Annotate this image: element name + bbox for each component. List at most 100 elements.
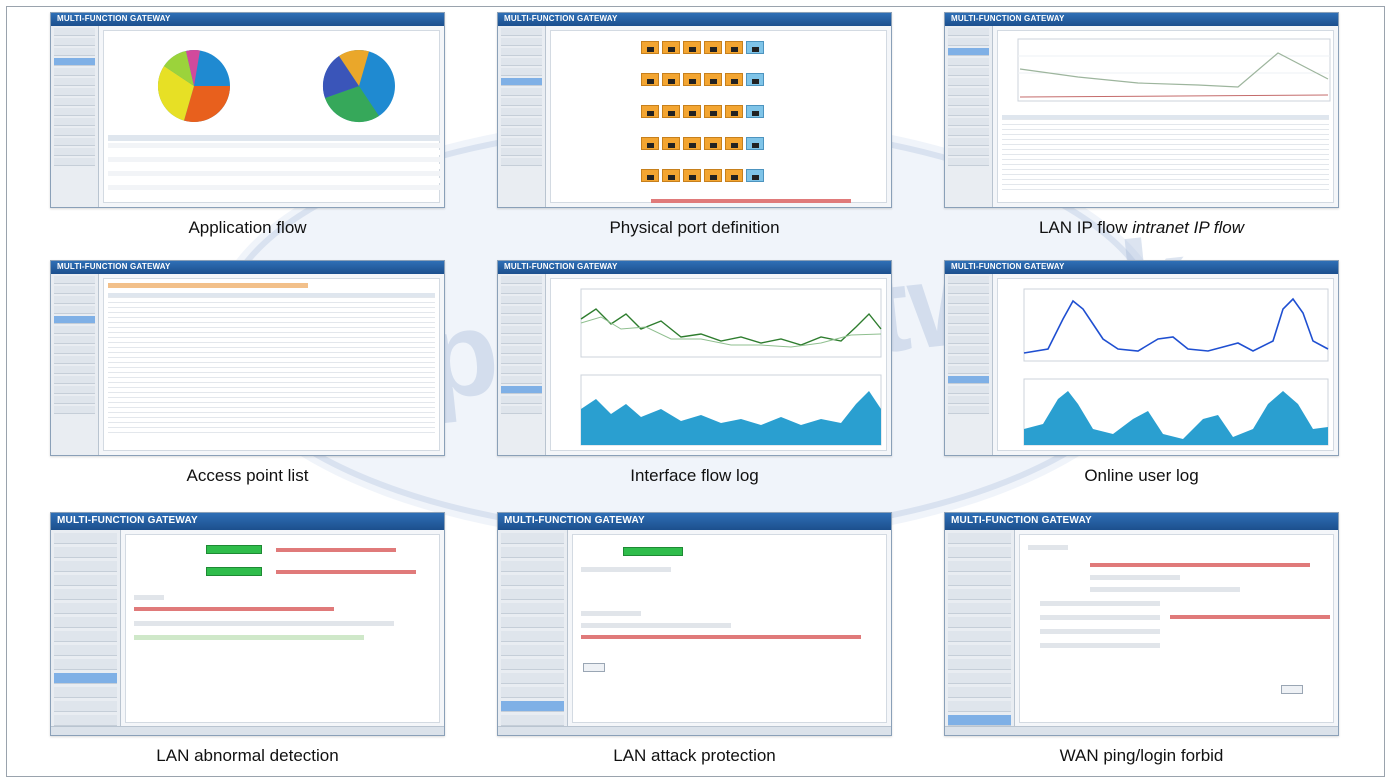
port-icon[interactable] xyxy=(746,105,764,118)
status-bar xyxy=(51,726,444,735)
caption-lan-abnormal-detection: LAN abnormal detection xyxy=(156,746,339,765)
screenshot-online-user-log: MULTI-FUNCTION GATEWAY xyxy=(944,260,1339,456)
screenshot-application-flow: MULTI-FUNCTION GATEWAY xyxy=(50,12,445,208)
app-header: MULTI-FUNCTION GATEWAY xyxy=(51,261,444,274)
screenshot-physical-port-definition: MULTI-FUNCTION GATEWAY xyxy=(497,12,892,208)
port-icon[interactable] xyxy=(746,41,764,54)
panel-online-user-log: MULTI-FUNCTION GATEWAY Online user log xyxy=(944,260,1339,512)
app-brand: MULTI-FUNCTION GATEWAY xyxy=(951,262,1065,271)
parameter-settings-label xyxy=(581,611,641,616)
package-threshold-field[interactable] xyxy=(581,623,731,628)
port-icon[interactable] xyxy=(725,73,743,86)
app-header: MULTI-FUNCTION GATEWAY xyxy=(51,13,444,26)
nav-sidebar xyxy=(51,274,99,455)
panel-lan-abnormal-detection: MULTI-FUNCTION GATEWAY LAN abnormal dete… xyxy=(50,512,445,766)
clear-status-link[interactable] xyxy=(134,595,164,600)
app-brand: MULTI-FUNCTION GATEWAY xyxy=(504,262,618,271)
caption-lan-ip-flow-main: LAN IP flow xyxy=(1038,218,1133,237)
port-icon[interactable] xyxy=(704,41,722,54)
port-grid xyxy=(641,169,764,182)
forbid-ping-option[interactable] xyxy=(1090,575,1180,580)
port-icon[interactable] xyxy=(704,169,722,182)
online-user-charts xyxy=(1023,288,1329,446)
port-icon[interactable] xyxy=(662,73,680,86)
nav-sidebar xyxy=(945,274,993,455)
port-icon[interactable] xyxy=(662,105,680,118)
port-icon[interactable] xyxy=(641,41,659,54)
update-server-field[interactable] xyxy=(1040,629,1160,634)
status-bar xyxy=(945,726,1338,735)
app-brand: MULTI-FUNCTION GATEWAY xyxy=(951,14,1065,23)
dns-note xyxy=(1170,615,1330,619)
panel-lan-ip-flow: MULTI-FUNCTION GATEWAY LAN IP flow intra… xyxy=(944,12,1339,260)
screenshot-interface-flow-log: MULTI-FUNCTION GATEWAY xyxy=(497,260,892,456)
remote-management-field[interactable] xyxy=(1040,643,1160,648)
port-icon[interactable] xyxy=(683,41,701,54)
main-panel xyxy=(1019,534,1334,723)
screenshot-access-point-list: MULTI-FUNCTION GATEWAY xyxy=(50,260,445,456)
panel-physical-port-definition: MULTI-FUNCTION GATEWAY Physical port def… xyxy=(497,12,892,260)
panel-application-flow: MULTI-FUNCTION GATEWAY Application flow xyxy=(50,12,445,260)
nav-sidebar xyxy=(498,26,546,207)
port-icon[interactable] xyxy=(683,137,701,150)
threshold-note xyxy=(581,635,861,639)
caption-lan-ip-flow-italic: intranet IP flow xyxy=(1132,218,1245,237)
port-icon[interactable] xyxy=(662,41,680,54)
caption-physical-port-definition: Physical port definition xyxy=(609,218,780,237)
port-icon[interactable] xyxy=(725,105,743,118)
port-icon[interactable] xyxy=(704,105,722,118)
panel-interface-flow-log: MULTI-FUNCTION GATEWAY Interface flow lo… xyxy=(497,260,892,512)
port-icon[interactable] xyxy=(641,137,659,150)
save-button[interactable] xyxy=(1281,685,1303,694)
port-icon[interactable] xyxy=(662,169,680,182)
dhcp-detection-toggle[interactable] xyxy=(206,545,262,554)
interface-select-label xyxy=(581,567,671,572)
app-brand: MULTI-FUNCTION GATEWAY xyxy=(951,515,1092,526)
port-icon[interactable] xyxy=(746,73,764,86)
main-panel xyxy=(550,30,887,203)
port-icon[interactable] xyxy=(704,137,722,150)
port-icon[interactable] xyxy=(746,137,764,150)
app-brand: MULTI-FUNCTION GATEWAY xyxy=(504,515,645,526)
port-icon[interactable] xyxy=(662,137,680,150)
port-icon[interactable] xyxy=(746,169,764,182)
dhcp-note xyxy=(276,548,396,552)
app-header: MULTI-FUNCTION GATEWAY xyxy=(498,13,891,26)
loop-detection-toggle[interactable] xyxy=(206,567,262,576)
panel-lan-attack-protection: MULTI-FUNCTION GATEWAY LAN attack protec… xyxy=(497,512,892,766)
port-icon[interactable] xyxy=(683,105,701,118)
update-dns-field[interactable] xyxy=(1040,615,1160,620)
port-icon[interactable] xyxy=(641,105,659,118)
screenshot-lan-abnormal-detection: MULTI-FUNCTION GATEWAY xyxy=(50,512,445,736)
allow-admin-option[interactable] xyxy=(1090,587,1240,592)
app-brand: MULTI-FUNCTION GATEWAY xyxy=(504,14,618,23)
panel-access-point-list: MULTI-FUNCTION GATEWAY Access point list xyxy=(50,260,445,512)
protection-toggle[interactable] xyxy=(623,547,683,556)
port-icon[interactable] xyxy=(683,73,701,86)
port-icon[interactable] xyxy=(641,73,659,86)
main-panel xyxy=(997,278,1334,451)
app-header: MULTI-FUNCTION GATEWAY xyxy=(945,513,1338,530)
caption-application-flow: Application flow xyxy=(188,218,307,237)
port-grid xyxy=(641,41,764,54)
port-icon[interactable] xyxy=(704,73,722,86)
port-grid xyxy=(641,137,764,150)
port-icon[interactable] xyxy=(725,169,743,182)
port-icon[interactable] xyxy=(683,169,701,182)
save-button[interactable] xyxy=(583,663,605,672)
warning-note xyxy=(651,199,851,203)
port-icon[interactable] xyxy=(641,169,659,182)
screenshot-wan-ping-login-forbid: MULTI-FUNCTION GATEWAY xyxy=(944,512,1339,736)
nav-sidebar xyxy=(51,26,99,207)
https-port-field[interactable] xyxy=(1040,601,1160,606)
caption-lan-ip-flow: LAN IP flow intranet IP flow xyxy=(1039,218,1244,238)
toolbar-row xyxy=(108,283,308,288)
app-header: MULTI-FUNCTION GATEWAY xyxy=(51,513,444,530)
main-panel xyxy=(103,278,440,451)
caption-online-user-log: Online user log xyxy=(1084,466,1199,485)
main-panel xyxy=(103,30,440,203)
port-icon[interactable] xyxy=(725,137,743,150)
pie-charts xyxy=(108,49,440,190)
port-icon[interactable] xyxy=(725,41,743,54)
app-header: MULTI-FUNCTION GATEWAY xyxy=(498,261,891,274)
